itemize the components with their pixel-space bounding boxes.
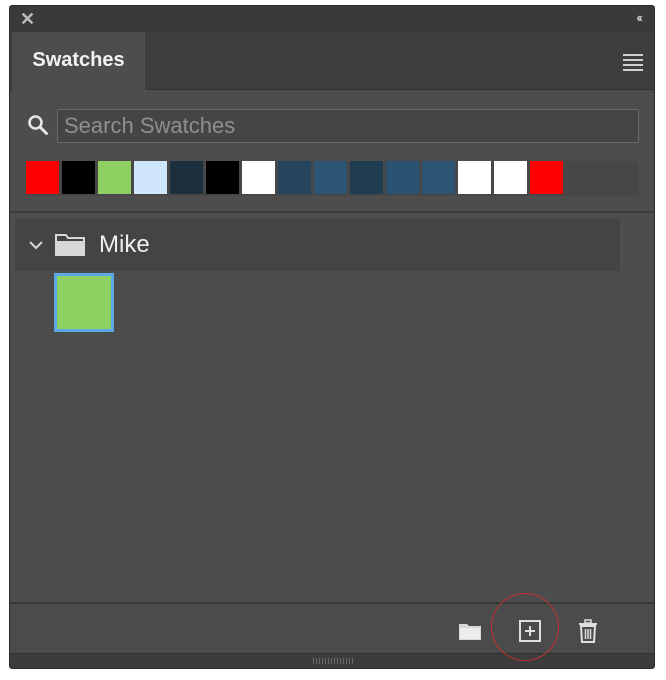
new-folder-icon[interactable] (457, 618, 483, 644)
panel-menu-icon[interactable] (623, 54, 643, 71)
recent-swatch[interactable] (530, 161, 563, 194)
recent-swatch[interactable] (26, 161, 59, 194)
recent-swatch[interactable] (62, 161, 95, 194)
folder-icon (55, 234, 85, 256)
recent-swatch[interactable] (458, 161, 491, 194)
recent-swatch[interactable] (350, 161, 383, 194)
recent-swatch[interactable] (386, 161, 419, 194)
recent-swatch[interactable] (494, 161, 527, 194)
recent-swatch[interactable] (206, 161, 239, 194)
group-name: Mike (99, 231, 150, 258)
recent-swatch[interactable] (278, 161, 311, 194)
divider (10, 211, 654, 213)
recent-swatch[interactable] (314, 161, 347, 194)
swatch-group-row[interactable]: Mike (15, 219, 620, 271)
recent-swatch[interactable] (98, 161, 131, 194)
resize-handle[interactable] (10, 653, 654, 668)
close-icon[interactable]: ✕ (20, 9, 35, 29)
group-swatch-selected[interactable] (54, 273, 114, 332)
tab-swatches[interactable]: Swatches (12, 32, 145, 90)
chevron-down-icon[interactable] (28, 237, 44, 253)
search-icon (28, 115, 48, 135)
recent-swatch[interactable] (242, 161, 275, 194)
recent-swatches-row (26, 161, 639, 196)
recent-swatch[interactable] (170, 161, 203, 194)
swatches-panel: ✕ ‹‹ Swatches Mike (9, 5, 655, 669)
annotation-circle (491, 593, 559, 661)
search-input[interactable] (57, 109, 639, 143)
recent-swatch[interactable] (134, 161, 167, 194)
trash-icon[interactable] (575, 618, 601, 644)
grip-icon (313, 658, 353, 664)
recent-swatch[interactable] (422, 161, 455, 194)
collapse-icon[interactable]: ‹‹ (636, 10, 643, 25)
tab-bar: Swatches (10, 32, 654, 90)
panel-titlebar: ✕ ‹‹ (10, 6, 654, 32)
